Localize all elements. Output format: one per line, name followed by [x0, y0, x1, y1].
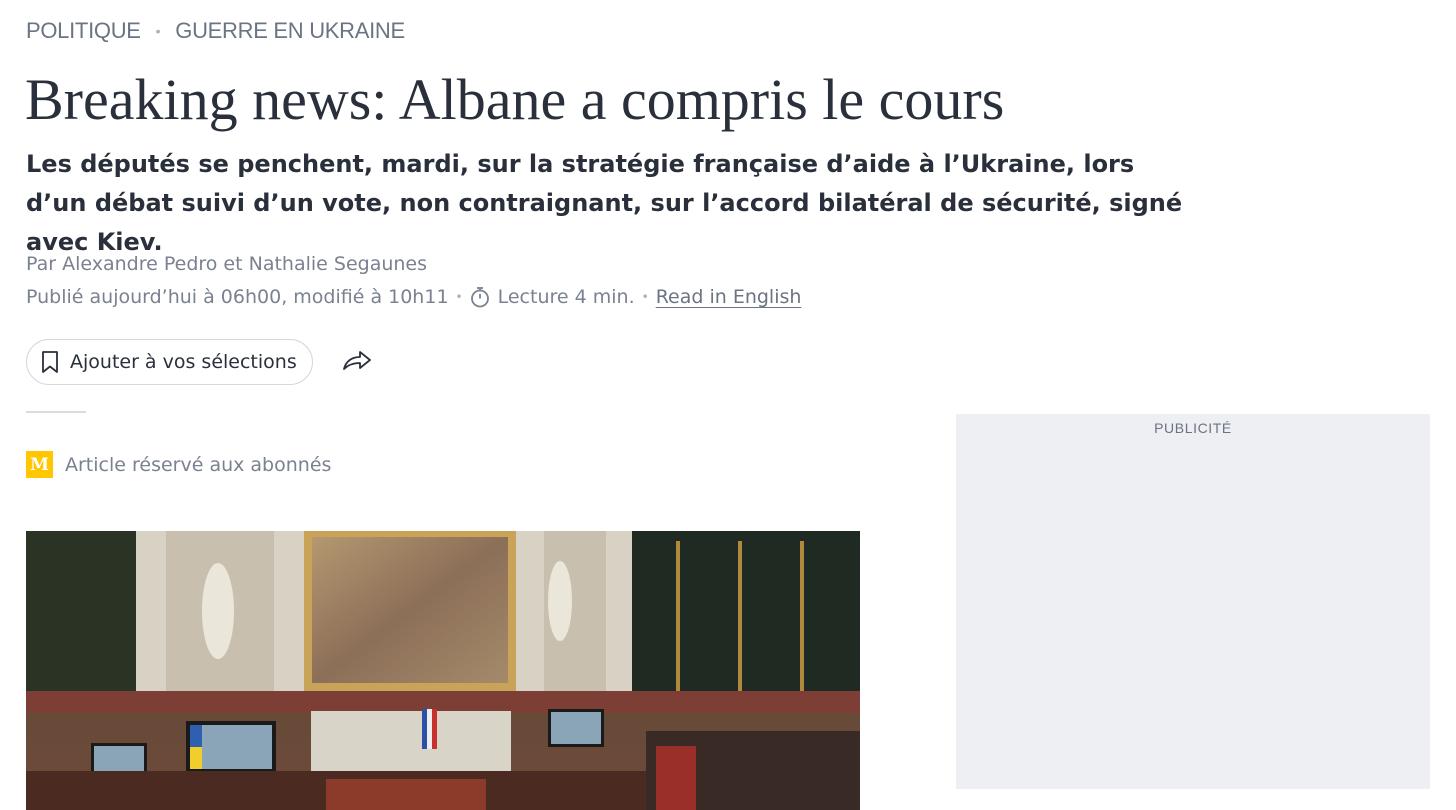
breadcrumb-item-politique[interactable]: POLITIQUE [26, 18, 141, 44]
article-lede: Les députés se penchent, mardi, sur la s… [26, 150, 1183, 256]
advertisement-label: PUBLICITÉ [1154, 420, 1232, 436]
subscriber-badge: M Article réservé aux abonnés [26, 451, 331, 478]
assembly-hall-image [26, 531, 860, 810]
breadcrumb-separator: • [155, 23, 161, 39]
article-title: Breaking news: Albane a compris le cours [25, 67, 1005, 132]
publication-date: Publié aujourd’hui à 06h00, modifié à 10… [26, 285, 449, 308]
article-actions: Ajouter à vos sélections [26, 339, 375, 385]
meta-separator: • [455, 289, 463, 304]
le-monde-logo-icon: M [26, 451, 53, 478]
bookmark-icon [40, 350, 60, 374]
add-to-selections-label: Ajouter à vos sélections [70, 351, 297, 373]
subscriber-label: Article réservé aux abonnés [65, 453, 332, 476]
stopwatch-icon [470, 286, 490, 308]
meta-separator: • [641, 289, 649, 304]
section-divider [26, 411, 86, 413]
article-photo [26, 531, 860, 810]
read-in-english-link[interactable]: Read in English [656, 286, 802, 308]
share-arrow-icon [342, 348, 372, 376]
add-to-selections-button[interactable]: Ajouter à vos sélections [26, 339, 313, 385]
breadcrumb: POLITIQUE • GUERRE EN UKRAINE [26, 18, 405, 44]
advertisement-slot: PUBLICITÉ [956, 414, 1430, 789]
article-meta: Par Alexandre Pedro et Nathalie Segaunes… [26, 247, 801, 313]
breadcrumb-item-guerre-en-ukraine[interactable]: GUERRE EN UKRAINE [175, 18, 405, 44]
reading-time: Lecture 4 min. [497, 285, 635, 308]
byline: Par Alexandre Pedro et Nathalie Segaunes [26, 252, 428, 275]
share-button[interactable] [339, 344, 375, 380]
article-page: POLITIQUE • GUERRE EN UKRAINE Breaking n… [0, 0, 1456, 810]
